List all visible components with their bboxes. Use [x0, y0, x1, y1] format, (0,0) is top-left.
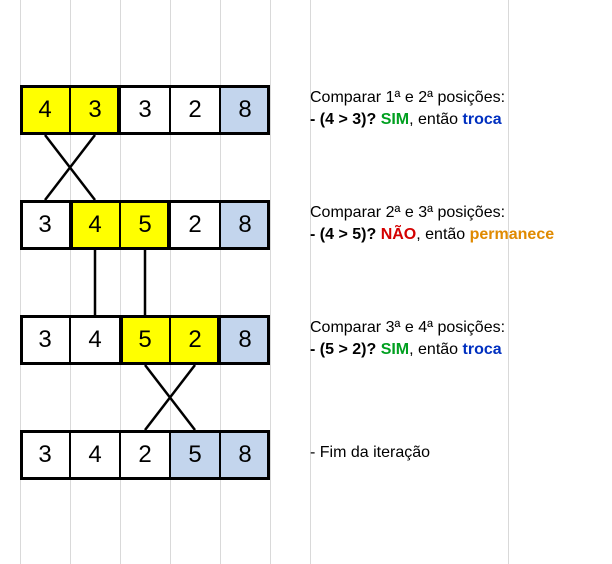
- caption-mid: , então: [409, 111, 462, 128]
- comparison-answer: SIM: [381, 341, 409, 358]
- straight-arrow-icon: [20, 250, 270, 315]
- step-caption: Comparar 2ª e 3ª posições:- (4 > 5)? NÃO…: [310, 202, 608, 245]
- array-cell: 3: [20, 430, 70, 480]
- comparison-answer: NÃO: [381, 226, 417, 243]
- grid-line: [508, 0, 509, 564]
- bubble-sort-diagram: 43328Comparar 1ª e 2ª posições:- (4 > 3)…: [0, 0, 612, 564]
- grid-line: [310, 0, 311, 564]
- caption-mid: , então: [409, 341, 462, 358]
- comparison-action: permanece: [470, 226, 555, 243]
- array-cell: 5: [120, 315, 170, 365]
- caption-mid: , então: [416, 226, 469, 243]
- array-cell: 5: [120, 200, 170, 250]
- swap-arrow-icon: [20, 135, 270, 200]
- array-cell: 3: [120, 85, 170, 135]
- array-row: 34258: [20, 430, 270, 480]
- comparison-action: troca: [463, 341, 502, 358]
- comparison-question: - (4 > 3)?: [310, 111, 381, 128]
- array-cell: 3: [70, 85, 120, 135]
- comparison-answer: SIM: [381, 111, 409, 128]
- caption-line1: Comparar 1ª e 2ª posições:: [310, 87, 608, 109]
- comparison-question: - (5 > 2)?: [310, 341, 381, 358]
- grid-line: [270, 0, 271, 564]
- caption-line2: - (4 > 5)? NÃO, então permanece: [310, 224, 608, 246]
- array-cell: 2: [170, 315, 220, 365]
- array-cell: 4: [20, 85, 70, 135]
- array-cell: 3: [20, 315, 70, 365]
- comparison-question: - (4 > 5)?: [310, 226, 381, 243]
- array-cell: 2: [170, 85, 220, 135]
- array-cell: 8: [220, 315, 270, 365]
- array-cell: 4: [70, 200, 120, 250]
- caption-line2: - (4 > 3)? SIM, então troca: [310, 109, 608, 131]
- step-caption: Comparar 3ª e 4ª posições:- (5 > 2)? SIM…: [310, 317, 608, 360]
- swap-arrow-icon: [20, 365, 270, 430]
- array-cell: 8: [220, 430, 270, 480]
- array-cell: 4: [70, 430, 120, 480]
- array-cell: 4: [70, 315, 120, 365]
- array-row: 43328: [20, 85, 270, 135]
- array-cell: 5: [170, 430, 220, 480]
- caption-line2: - (5 > 2)? SIM, então troca: [310, 339, 608, 361]
- caption-line1: Comparar 3ª e 4ª posições:: [310, 317, 608, 339]
- array-cell: 8: [220, 200, 270, 250]
- step-caption: Comparar 1ª e 2ª posições:- (4 > 3)? SIM…: [310, 87, 608, 130]
- array-cell: 8: [220, 85, 270, 135]
- comparison-action: troca: [463, 111, 502, 128]
- array-cell: 3: [20, 200, 70, 250]
- final-caption: - Fim da iteração: [310, 444, 430, 462]
- array-row: 34528: [20, 200, 270, 250]
- array-row: 34528: [20, 315, 270, 365]
- caption-line1: Comparar 2ª e 3ª posições:: [310, 202, 608, 224]
- array-cell: 2: [170, 200, 220, 250]
- array-cell: 2: [120, 430, 170, 480]
